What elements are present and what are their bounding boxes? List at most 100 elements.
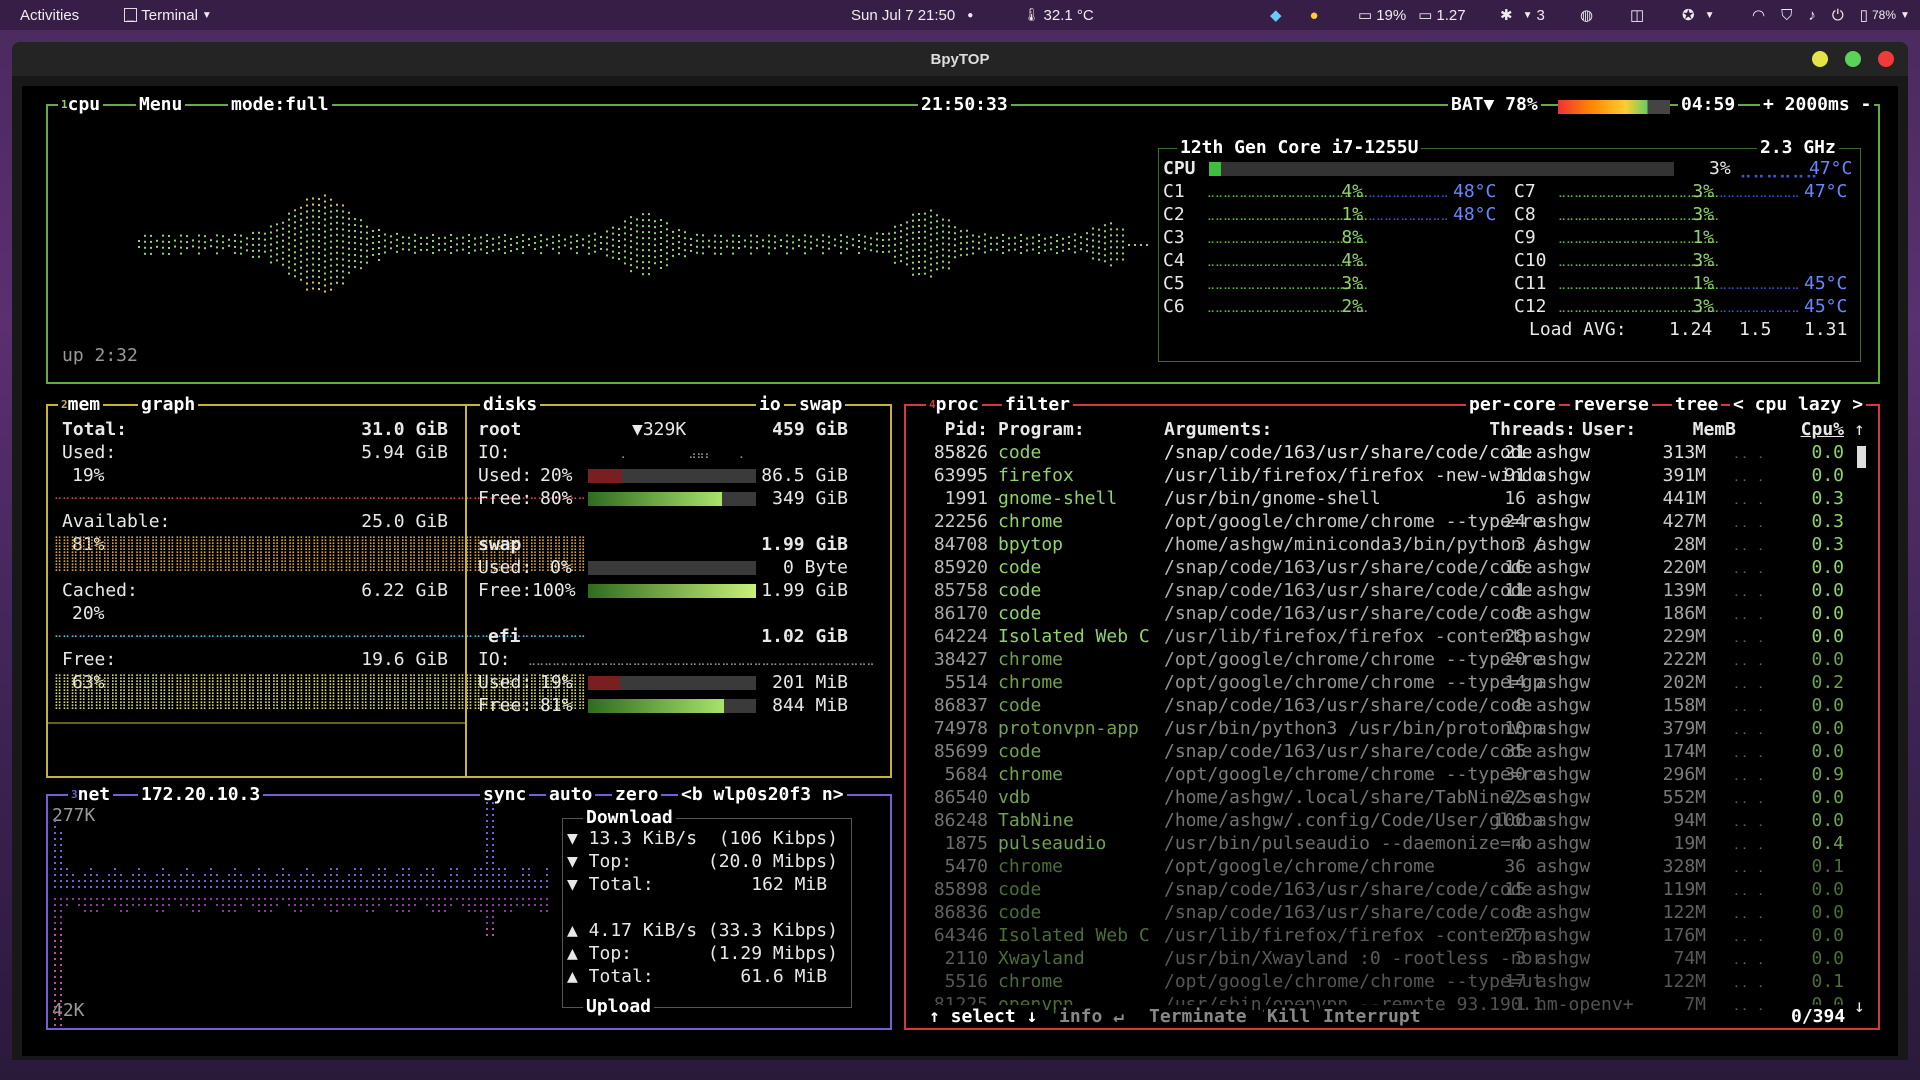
process-row[interactable]: 86540 vdb/home/ashgw/.local/share/TabNine…: [906, 786, 1866, 809]
mem-tab[interactable]: 2mem: [58, 393, 104, 416]
net-tab[interactable]: 3net: [68, 783, 114, 806]
process-row[interactable]: 63995 firefox/usr/lib/firefox/firefox -ne…: [906, 464, 1866, 487]
process-row[interactable]: 86837 code/snap/code/163/usr/share/code/c…: [906, 694, 1866, 717]
process-cpu-graph: ⠀⡀⡀⠀⡀: [1726, 837, 1767, 850]
swap-toggle[interactable]: swap: [796, 393, 846, 416]
terminate-label: Terminate: [1149, 1006, 1247, 1027]
layout-icon[interactable]: ◫: [1630, 0, 1644, 30]
cpu-graph-dot: [762, 245, 764, 248]
core-temp: 45°C: [1804, 296, 1848, 317]
cpu-graph-dot: [396, 244, 398, 247]
battery-indicator[interactable]: ▭ 19% ▭ 1.27: [1358, 0, 1466, 30]
net-graph-dot: [252, 886, 254, 888]
process-row[interactable]: 84708 bpytop/home/ashgw/miniconda3/bin/py…: [906, 533, 1866, 556]
process-row[interactable]: 64346 Isolated Web C/usr/lib/firefox/fire…: [906, 924, 1866, 947]
net-graph-dot: [54, 1006, 56, 1008]
process-row[interactable]: 85920 code/snap/code/163/usr/share/code/c…: [906, 556, 1866, 579]
tree-toggle[interactable]: tree: [1672, 393, 1722, 416]
process-row[interactable]: 22256 chrome/opt/google/chrome/chrome --t…: [906, 510, 1866, 533]
process-pid: 64346: [933, 925, 988, 946]
reverse-toggle[interactable]: reverse: [1570, 393, 1652, 416]
process-row[interactable]: 85826 code/snap/code/163/usr/share/code/c…: [906, 441, 1866, 464]
activities-button[interactable]: Activities: [20, 0, 79, 30]
process-row[interactable]: 1875 pulseaudio/usr/bin/pulseaudio --daem…: [906, 832, 1866, 855]
proc-filter-button[interactable]: filter: [1002, 393, 1074, 416]
net-graph-dot: [534, 898, 536, 900]
net-graph-dot: [438, 910, 440, 912]
cpu-graph-dot: [162, 252, 164, 255]
net-graph-dot: [528, 886, 530, 888]
cpu-graph-dot: [906, 221, 908, 224]
window-titlebar[interactable]: BpyTOP: [12, 42, 1908, 76]
temperature-indicator[interactable]: 🌡 32.1 °C: [1023, 0, 1094, 30]
terminate-button[interactable]: Terminate: [1146, 1005, 1250, 1028]
process-pid: 63995: [933, 465, 988, 486]
net-interface-selector[interactable]: <b wlp0s20f3 n>: [678, 783, 847, 806]
process-row[interactable]: 5516 chrome/opt/google/chrome/chrome --ty…: [906, 970, 1866, 993]
close-button[interactable]: [1878, 51, 1894, 67]
process-row[interactable]: 5470 chrome/opt/google/chrome/chrome 36 ash…: [906, 855, 1866, 878]
proc-tab[interactable]: 4proc: [926, 393, 982, 416]
col-user[interactable]: User:: [1582, 418, 1636, 441]
cpu-graph-dot: [342, 210, 344, 213]
col-mem[interactable]: MemB: [1686, 418, 1736, 441]
cpu-graph-dot: [522, 240, 524, 243]
process-row[interactable]: 64224 Isolated Web C/usr/lib/firefox/fire…: [906, 625, 1866, 648]
cpu-graph-dot: [882, 233, 884, 236]
cpu-graph-dot: [288, 248, 290, 251]
net-zero-button[interactable]: zero: [612, 783, 662, 806]
interrupt-button[interactable]: Interrupt: [1320, 1005, 1424, 1028]
graph-toggle[interactable]: graph: [138, 393, 199, 416]
process-row[interactable]: 2110 Xwayland/usr/bin/Xwayland :0 -rootle…: [906, 947, 1866, 970]
sort-selector[interactable]: < cpu lazy >: [1730, 393, 1867, 416]
updates-indicator[interactable]: ✱ ▼ 3: [1500, 0, 1545, 30]
process-row[interactable]: 5514 chrome/opt/google/chrome/chrome --ty…: [906, 671, 1866, 694]
maximize-button[interactable]: [1845, 51, 1861, 67]
extension-icon[interactable]: ◍: [1580, 0, 1593, 30]
io-toggle[interactable]: io: [756, 393, 784, 416]
process-row[interactable]: 85898 code/snap/code/163/usr/share/code/c…: [906, 878, 1866, 901]
cpu-graph-dot: [684, 243, 686, 246]
process-row[interactable]: 85699 code/snap/code/163/usr/share/code/c…: [906, 740, 1866, 763]
col-arguments[interactable]: Arguments:: [1164, 418, 1272, 441]
per-core-toggle[interactable]: per-core: [1466, 393, 1559, 416]
col-pid[interactable]: Pid:: [916, 418, 988, 441]
app-menu[interactable]: _ Terminal ▼: [124, 0, 212, 30]
minimize-button[interactable]: [1812, 51, 1828, 67]
cpu-graph-dot: [300, 206, 302, 209]
process-row[interactable]: 5684 chrome/opt/google/chrome/chrome --ty…: [906, 763, 1866, 786]
col-threads[interactable]: Threads:: [1466, 418, 1576, 441]
vpn-icon[interactable]: ◆: [1270, 6, 1282, 24]
process-program: protonvpn-app: [998, 718, 1139, 739]
net-graph-dot: [390, 904, 392, 906]
process-row[interactable]: 86836 code/snap/code/163/usr/share/code/c…: [906, 901, 1866, 924]
cpu-tab[interactable]: 1cpu: [58, 93, 104, 116]
menu-button[interactable]: Menu: [136, 93, 186, 116]
mode-button[interactable]: mode:full: [228, 93, 332, 116]
accessibility-menu[interactable]: ✪ ▼: [1682, 0, 1714, 30]
col-cpu[interactable]: Cpu%: [1786, 418, 1844, 441]
scroll-up-icon[interactable]: ↑: [1854, 418, 1865, 441]
select-control[interactable]: ↑ select ↓: [926, 1005, 1041, 1028]
system-menu[interactable]: ◠ ⛉ ♪ ⏻ ▯ 78% ▼: [1752, 0, 1910, 30]
mem-cached: 6.22 GiB: [361, 580, 448, 601]
process-threads: 8: [1515, 695, 1526, 716]
kill-button[interactable]: Kill: [1264, 1005, 1314, 1028]
clock[interactable]: Sun Jul 7 21:50 ●: [851, 0, 973, 30]
net-graph-dot: [402, 874, 404, 876]
weather-icon[interactable]: ●: [1310, 7, 1319, 24]
disks-tab[interactable]: disks: [480, 393, 541, 416]
col-program[interactable]: Program:: [998, 418, 1085, 441]
process-row[interactable]: 1991 gnome-shell/usr/bin/gnome-shell 16 ash…: [906, 487, 1866, 510]
process-row[interactable]: 38427 chrome/opt/google/chrome/chrome --t…: [906, 648, 1866, 671]
cpu-graph-dot: [876, 244, 878, 247]
process-row[interactable]: 74978 protonvpn-app/usr/bin/python3 /usr/…: [906, 717, 1866, 740]
net-auto-button[interactable]: auto: [546, 783, 596, 806]
process-row[interactable]: 85758 code/snap/code/163/usr/share/code/c…: [906, 579, 1866, 602]
info-button[interactable]: info ↵: [1056, 1005, 1128, 1028]
process-row[interactable]: 86248 TabNine/home/ashgw/.config/Code/Use…: [906, 809, 1866, 832]
battery-percent: 19%: [1376, 6, 1407, 24]
process-row[interactable]: 86170 code/snap/code/163/usr/share/code/c…: [906, 602, 1866, 625]
update-interval[interactable]: + 2000ms -: [1760, 93, 1875, 116]
process-user: ashgw: [1536, 856, 1591, 877]
